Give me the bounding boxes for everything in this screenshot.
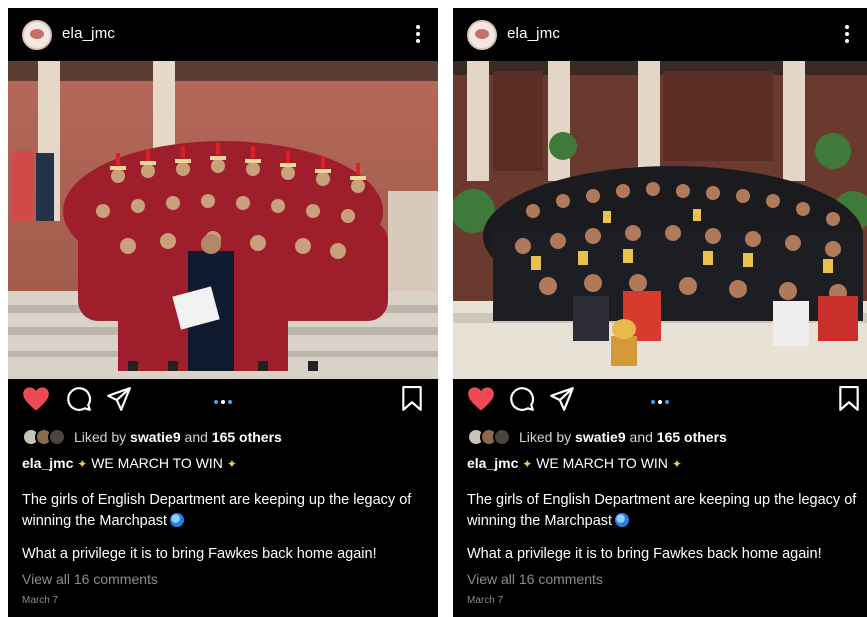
liked-by-user[interactable]: swatie9: [130, 429, 181, 445]
caption-extra: What a privilege it is to bring Fawkes b…: [22, 546, 377, 562]
liker-avatars: [22, 428, 66, 446]
post-photo[interactable]: [8, 61, 438, 379]
caption-body-text: The girls of English Department are keep…: [467, 492, 857, 529]
globe-icon: [170, 513, 185, 527]
caption-title-line: ela_jmc ✦ WE MARCH TO WIN ✦: [22, 455, 428, 471]
more-options-icon[interactable]: [408, 22, 428, 46]
avatar[interactable]: [22, 20, 52, 50]
group-trophy-photo: [453, 61, 867, 379]
carousel-indicator: [651, 400, 669, 404]
carousel-indicator: [214, 400, 232, 404]
view-comments-link[interactable]: View all 16 comments: [467, 571, 603, 587]
heart-icon[interactable]: [467, 386, 495, 412]
caption-extra: What a privilege it is to bring Fawkes b…: [467, 546, 822, 562]
share-icon[interactable]: [549, 386, 575, 412]
liker-avatars: [467, 428, 511, 446]
globe-icon: [615, 513, 630, 527]
caption-body: The girls of English Department are keep…: [22, 490, 428, 532]
sparkles-icon: ✦: [77, 457, 88, 471]
liked-by-user[interactable]: swatie9: [575, 429, 626, 445]
likes-row[interactable]: Liked by swatie9 and 165 others: [467, 428, 857, 446]
liked-by-others[interactable]: 165 others: [657, 429, 727, 445]
view-comments-link[interactable]: View all 16 comments: [22, 571, 158, 587]
group-marching-photo: [8, 61, 438, 379]
caption-body: The girls of English Department are keep…: [467, 490, 857, 532]
liked-by-prefix: Liked by: [519, 429, 572, 445]
liked-by-prefix: Liked by: [74, 429, 127, 445]
bookmark-icon[interactable]: [400, 386, 424, 412]
avatar[interactable]: [467, 20, 497, 50]
more-options-icon[interactable]: [837, 22, 857, 46]
sparkles-icon: ✦: [671, 457, 682, 471]
bookmark-icon[interactable]: [837, 386, 861, 412]
instagram-post: ela_jmc Liked by swatie9 and 165 others …: [453, 8, 867, 617]
sparkles-icon: ✦: [226, 457, 237, 471]
comment-icon[interactable]: [66, 386, 92, 412]
instagram-post: ela_jmc Liked by swatie9 and 165 others …: [8, 8, 438, 617]
heart-icon[interactable]: [22, 386, 50, 412]
sparkles-icon: ✦: [522, 457, 533, 471]
caption-username[interactable]: ela_jmc: [467, 455, 518, 471]
post-date: March 7: [467, 595, 504, 606]
share-icon[interactable]: [106, 386, 132, 412]
liked-by-others[interactable]: 165 others: [212, 429, 282, 445]
caption-title-line: ela_jmc ✦ WE MARCH TO WIN ✦: [467, 455, 857, 471]
caption-title: WE MARCH TO WIN: [536, 455, 668, 471]
caption-username[interactable]: ela_jmc: [22, 455, 73, 471]
username[interactable]: ela_jmc: [62, 25, 115, 42]
username[interactable]: ela_jmc: [507, 25, 560, 42]
liked-by-and: and: [184, 429, 208, 445]
caption-title: WE MARCH TO WIN: [91, 455, 223, 471]
action-bar: [8, 386, 438, 420]
comment-icon[interactable]: [509, 386, 535, 412]
action-bar: [453, 386, 867, 420]
post-date: March 7: [22, 595, 59, 606]
post-header: ela_jmc: [8, 8, 438, 61]
post-header: ela_jmc: [453, 8, 867, 61]
caption-body-text: The girls of English Department are keep…: [22, 492, 412, 529]
liked-by-and: and: [629, 429, 653, 445]
likes-row[interactable]: Liked by swatie9 and 165 others: [22, 428, 428, 446]
post-photo[interactable]: [453, 61, 867, 379]
